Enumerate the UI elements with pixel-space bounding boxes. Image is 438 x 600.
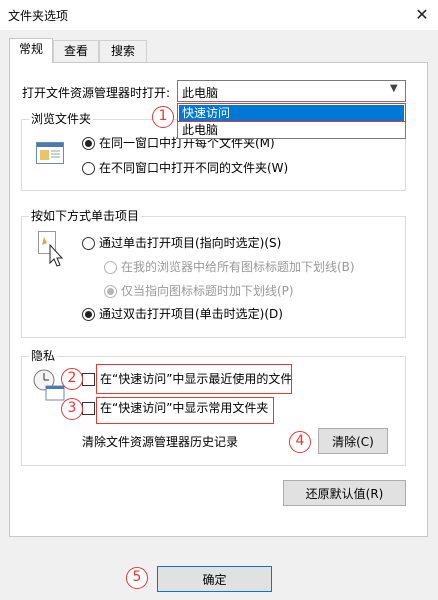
new-window-radio[interactable] xyxy=(82,162,95,175)
annotation-box-recent xyxy=(96,364,292,394)
annotation-box-quick-access xyxy=(177,103,406,122)
annotation-marker-4: 4 xyxy=(289,431,311,453)
show-frequent-checkbox[interactable] xyxy=(82,402,95,415)
clear-button[interactable]: 清除(C) xyxy=(318,428,388,454)
tab-view[interactable]: 查看 xyxy=(53,40,99,62)
same-window-radio[interactable] xyxy=(82,137,95,150)
tab-general[interactable]: 常规 xyxy=(9,38,53,63)
restore-defaults-button[interactable]: 还原默认值(R) xyxy=(283,480,406,506)
double-click-radio[interactable] xyxy=(82,308,95,321)
open-with-label: 打开文件资源管理器时打开: xyxy=(22,86,171,100)
open-with-value: 此电脑 xyxy=(182,86,219,100)
chevron-down-icon[interactable]: ▼ xyxy=(390,83,398,94)
annotation-marker-3: 3 xyxy=(61,398,83,420)
annotation-marker-5: 5 xyxy=(126,567,148,589)
underline-browser-radio xyxy=(104,261,117,274)
cursor-icon xyxy=(38,231,64,267)
single-click-radio[interactable] xyxy=(82,237,95,250)
window-title: 文件夹选项 xyxy=(8,9,69,23)
underline-pointing-label: 仅当指向图标标题时加下划线(P) xyxy=(121,284,294,298)
tab-search[interactable]: 搜索 xyxy=(99,40,147,62)
option-this-pc[interactable]: 此电脑 xyxy=(179,122,404,138)
annotation-marker-2: 2 xyxy=(61,368,83,390)
browse-folders-title: 浏览文件夹 xyxy=(29,112,94,126)
underline-pointing-radio xyxy=(104,285,117,298)
window-icon xyxy=(36,142,64,164)
ok-button[interactable]: 确定 xyxy=(157,566,272,592)
close-icon[interactable]: ✕ xyxy=(411,4,433,26)
double-click-label[interactable]: 通过双击打开项目(单击时选定)(D) xyxy=(99,307,283,321)
new-window-label[interactable]: 在不同窗口中打开不同的文件夹(W) xyxy=(99,161,288,175)
click-items-title: 按如下方式单击项目 xyxy=(29,209,142,223)
privacy-title: 隐私 xyxy=(29,349,58,363)
show-recent-checkbox[interactable] xyxy=(82,373,95,386)
annotation-box-frequent xyxy=(96,397,274,424)
clear-history-label: 清除文件资源管理器历史记录 xyxy=(82,435,239,449)
underline-browser-label: 在我的浏览器中给所有图标标题加下划线(B) xyxy=(121,260,355,274)
clock-icon xyxy=(33,369,65,401)
annotation-marker-1: 1 xyxy=(152,106,174,128)
single-click-label[interactable]: 通过单击打开项目(指向时选定)(S) xyxy=(99,236,281,250)
